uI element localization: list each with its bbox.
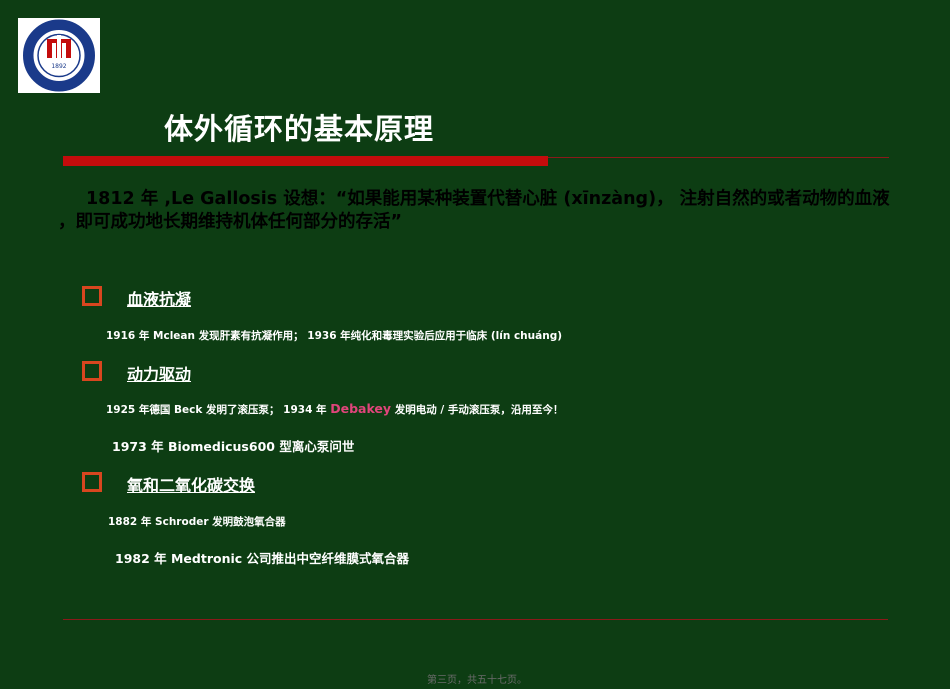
section-heading-anticoagulation: 血液抗凝 <box>127 290 192 309</box>
section-heading-pump-drive: 动力驱动 <box>127 365 192 384</box>
section-item: 1925 年德国 Beck 发明了滚压泵； 1934 年 Debakey 发明电… <box>106 401 563 417</box>
section-item-text: 1925 年德国 Beck 发明了滚压泵； 1934 年 <box>106 404 331 416</box>
section-item: 1916 年 Mclean 发现肝素有抗凝作用； 1936 年纯化和毒理实验后应… <box>106 330 563 342</box>
highlighted-name: Debakey <box>330 401 392 416</box>
section-item: 1973 年 Biomedicus600 型离心泵问世 <box>112 439 355 454</box>
slide-title: 体外循环的基本原理 <box>164 112 435 146</box>
section-heading-gas-exchange: 氧和二氧化碳交换 <box>127 476 256 495</box>
checkbox-bullet-icon <box>82 286 102 306</box>
intro-line-2: ，即可成功地长期维持机体任何部分的存活” <box>58 212 402 232</box>
bottom-divider <box>63 619 888 620</box>
page-footer: 第三页，共五十七页。 <box>427 675 527 686</box>
hospital-seal-icon: 1892 <box>23 19 95 92</box>
hospital-logo: 1892 <box>18 18 100 93</box>
checkbox-bullet-icon <box>82 472 102 492</box>
section-item: 1982 年 Medtronic 公司推出中空纤维膜式氧合器 <box>115 551 410 566</box>
title-underline-bar <box>63 156 548 166</box>
section-item-text: 发明电动 / 手动滚压泵，沿用至今！ <box>391 404 564 416</box>
section-item: 1882 年 Schroder 发明鼓泡氧合器 <box>108 516 286 528</box>
logo-year: 1892 <box>51 63 66 70</box>
intro-line-1: 1812 年 ,Le Gallosis 设想：“如果能用某种装置代替心脏 (xī… <box>86 189 890 209</box>
intro-paragraph: 1812 年 ,Le Gallosis 设想：“如果能用某种装置代替心脏 (xī… <box>58 188 898 234</box>
title-underline-rule <box>548 157 889 158</box>
checkbox-bullet-icon <box>82 361 102 381</box>
